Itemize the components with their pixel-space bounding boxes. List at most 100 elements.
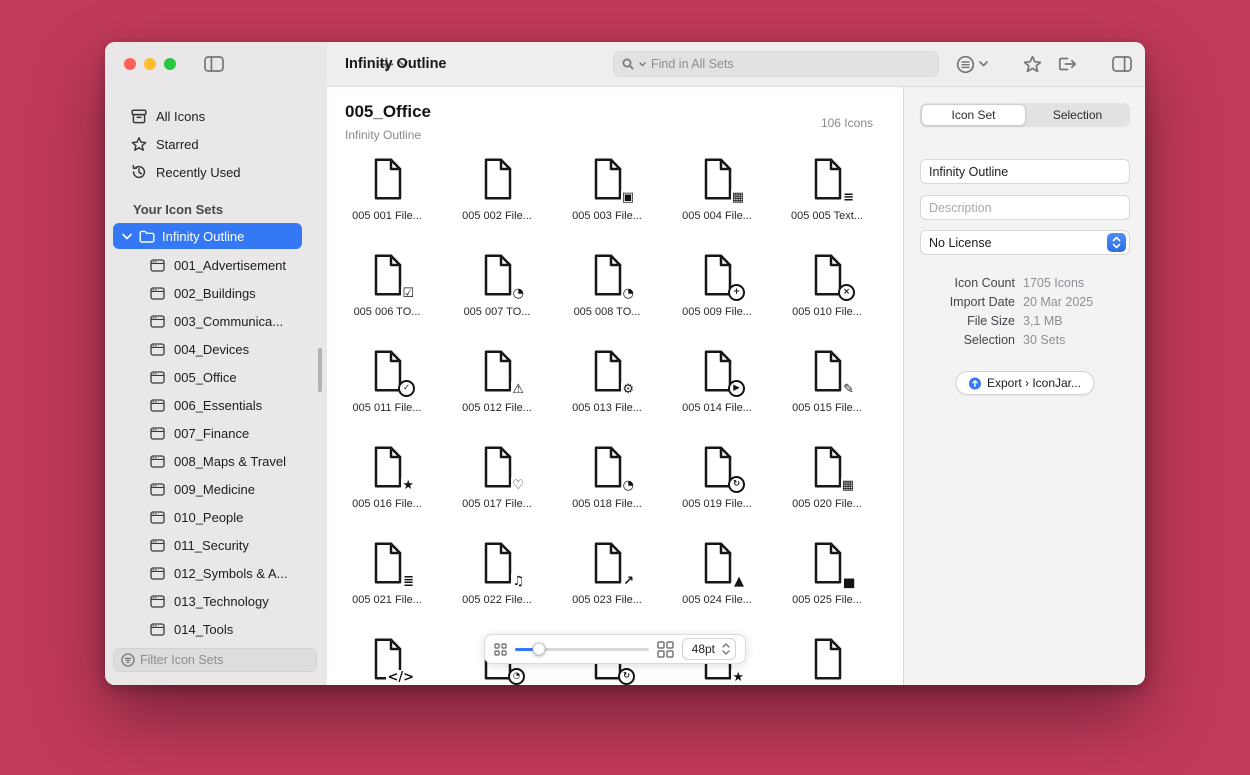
badge-glyph: × [838,284,855,301]
sidebar-item-starred[interactable]: Starred [105,130,327,158]
file-icon: ▣ [583,155,631,203]
icon-label: 005 018 File... [572,498,642,510]
icon-cell[interactable]: ◔ 005 007 TO... [449,251,545,333]
minimize-window-button[interactable] [144,58,156,70]
icon-cell[interactable]: ▦ 005 020 File... [779,443,875,525]
icon-cell[interactable]: ✓ 005 011 File... [339,347,435,429]
badge-glyph: ▣ [621,190,635,205]
license-select[interactable]: No License [920,230,1130,255]
icon-size-slider[interactable] [515,648,649,651]
sidebar-item-label: Recently Used [156,165,241,180]
share-button[interactable] [1055,42,1079,86]
icon-cell[interactable]: ▶ 005 014 File... [669,347,765,429]
sidebar-item-subset[interactable]: 011_Security [105,531,327,559]
filter-input[interactable] [140,653,309,667]
icon-cell[interactable]: ▲ 005 024 File... [669,539,765,621]
select-stepper-icon [1107,233,1126,252]
icon-label: 005 003 File... [572,210,642,222]
icon-size-value[interactable]: 48pt [682,638,736,660]
sidebar-item-subset[interactable]: 006_Essentials [105,391,327,419]
badge-glyph: ⚙ [621,382,635,397]
icon-label: 005 007 TO... [464,306,531,318]
view-options-button[interactable] [951,42,993,86]
sidebar-item-subset[interactable]: 009_Medicine [105,475,327,503]
tab-icon-set[interactable]: Icon Set [921,104,1026,126]
badge-glyph: ♫ [511,574,525,589]
sidebar-item-subset[interactable]: 012_Symbols & A... [105,559,327,587]
icon-cell[interactable]: ☑ 005 006 TO... [339,251,435,333]
search-input[interactable] [651,57,930,71]
icon-cell[interactable]: 005 001 File... [339,155,435,237]
sidebar-item-subset[interactable]: 014_Tools [105,615,327,643]
inspector-toggle-button[interactable] [1107,42,1137,86]
icon-set-icon [150,287,165,300]
icon-label: 005 012 File... [462,402,532,414]
slider-knob[interactable] [533,643,546,656]
set-name-input[interactable] [920,159,1130,184]
sidebar-toggle-button[interactable] [199,42,229,86]
icon-set-icon [150,371,165,384]
icon-grid: 005 001 File... 005 002 File... ▣ 005 00… [339,155,875,685]
icon-cell[interactable]: ♡ 005 017 File... [449,443,545,525]
grid-small-icon[interactable] [494,643,507,656]
export-button[interactable]: Export › IconJar... [955,371,1094,395]
sidebar-item-all-icons[interactable]: All Icons [105,102,327,130]
tab-selection[interactable]: Selection [1026,104,1129,126]
icon-cell[interactable]: + 005 009 File... [669,251,765,333]
icon-cell[interactable]: </> [339,635,435,685]
info-label: Selection [904,333,1023,347]
sidebar-item-recently-used[interactable]: Recently Used [105,158,327,186]
icon-set-icon [150,539,165,552]
stepper-icon[interactable] [721,642,731,656]
sidebar-item-subset[interactable]: 002_Buildings [105,279,327,307]
icon-cell[interactable]: ↻ 005 019 File... [669,443,765,525]
sidebar-item-subset[interactable]: 007_Finance [105,419,327,447]
sidebar-item-label: Infinity Outline [162,229,244,244]
file-icon: ☑ [363,251,411,299]
subset-label: 012_Symbols & A... [174,566,287,581]
sidebar-scrollbar[interactable] [318,348,322,392]
icon-set-icon [150,623,165,636]
close-window-button[interactable] [124,58,136,70]
sidebar-item-subset[interactable]: 008_Maps & Travel [105,447,327,475]
disclosure-chevron-icon[interactable] [122,233,132,240]
search-field[interactable] [613,51,939,77]
filter-field[interactable] [113,648,317,672]
icon-cell[interactable]: ◔ 005 018 File... [559,443,655,525]
icon-cell[interactable]: ≣ 005 021 File... [339,539,435,621]
icon-cell[interactable]: ★ 005 016 File... [339,443,435,525]
favorite-button[interactable] [1020,42,1044,86]
icon-cell[interactable]: ✎ 005 015 File... [779,347,875,429]
icon-set-icon [150,511,165,524]
sidebar-item-subset[interactable]: 001_Advertisement [105,251,327,279]
icon-set-icon [150,343,165,356]
sidebar-item-infinity-outline[interactable]: Infinity Outline [113,223,302,249]
info-row: File Size 3,1 MB [904,311,1145,330]
icon-cell[interactable]: × 005 010 File... [779,251,875,333]
icon-cell[interactable]: ⚙ 005 013 File... [559,347,655,429]
icon-cell[interactable]: ≡ 005 005 Text... [779,155,875,237]
grid-large-icon[interactable] [657,641,674,658]
zoom-window-button[interactable] [164,58,176,70]
icon-cell[interactable]: 005 002 File... [449,155,545,237]
info-value: 1705 Icons [1023,276,1084,290]
sidebar-item-subset[interactable]: 010_People [105,503,327,531]
icon-cell[interactable] [779,635,875,685]
description-input[interactable] [920,195,1130,220]
sidebar-item-subset[interactable]: 013_Technology [105,587,327,615]
file-icon: ◔ [583,251,631,299]
icon-cell[interactable]: ▅ 005 025 File... [779,539,875,621]
icon-cell[interactable]: ◔ 005 008 TO... [559,251,655,333]
icon-label: 005 014 File... [682,402,752,414]
icon-cell[interactable]: ♫ 005 022 File... [449,539,545,621]
sidebar-item-subset[interactable]: 003_Communica... [105,307,327,335]
sidebar-item-subset[interactable]: 005_Office [105,363,327,391]
icon-cell[interactable]: ⚠ 005 012 File... [449,347,545,429]
search-icon [622,58,634,70]
icon-cell[interactable]: ▦ 005 004 File... [669,155,765,237]
icon-cell[interactable]: ↗ 005 023 File... [559,539,655,621]
badge-glyph: ◔ [508,668,525,685]
window-title: Infinity Outline [345,42,447,86]
icon-cell[interactable]: ▣ 005 003 File... [559,155,655,237]
sidebar-item-subset[interactable]: 004_Devices [105,335,327,363]
